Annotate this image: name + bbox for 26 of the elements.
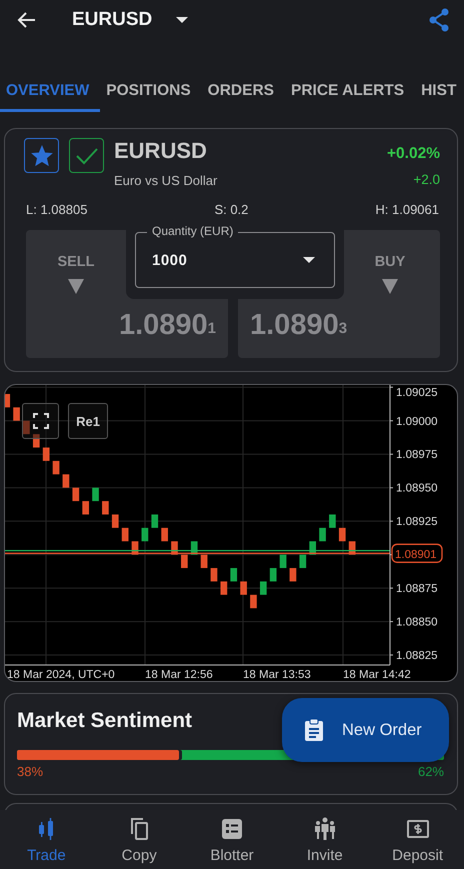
section-title: Market Sentiment bbox=[17, 709, 192, 733]
axis-label: 18 Mar 14:42 bbox=[343, 669, 411, 681]
change-points: +2.0 bbox=[413, 172, 440, 187]
axis-label: 1.08975 bbox=[396, 449, 438, 462]
instrument-symbol: EURUSD bbox=[114, 138, 208, 164]
page-title: EURUSD bbox=[72, 9, 152, 31]
spread: S: 0.2 bbox=[214, 202, 248, 217]
axis-label: 18 Mar 2024, UTC+0 bbox=[7, 669, 115, 681]
instrument-description: Euro vs US Dollar bbox=[114, 173, 218, 188]
sell-percent: 38% bbox=[17, 764, 44, 779]
axis-label: 1.09000 bbox=[396, 416, 438, 428]
high-price: H: 1.09061 bbox=[375, 202, 439, 217]
change-percent: +0.02% bbox=[386, 145, 440, 163]
axis-label: 1.08950 bbox=[396, 482, 438, 495]
buy-percent: 62% bbox=[418, 764, 444, 779]
axis-label: 18 Mar 12:56 bbox=[145, 669, 213, 681]
axis-label: 1.08825 bbox=[396, 650, 438, 662]
axis-label: 18 Mar 13:53 bbox=[243, 669, 311, 681]
axis-label: 1.08875 bbox=[396, 583, 438, 596]
low-price: L: 1.08805 bbox=[26, 202, 88, 217]
axis-label: 1.08850 bbox=[396, 616, 438, 629]
field-label: Quantity (EUR) bbox=[147, 224, 238, 238]
axis-label: 1.08925 bbox=[396, 516, 438, 528]
axis-label: 1.09025 bbox=[396, 387, 438, 399]
price-label: 1.08901 bbox=[391, 544, 443, 563]
field-value: 1000 bbox=[152, 252, 188, 268]
